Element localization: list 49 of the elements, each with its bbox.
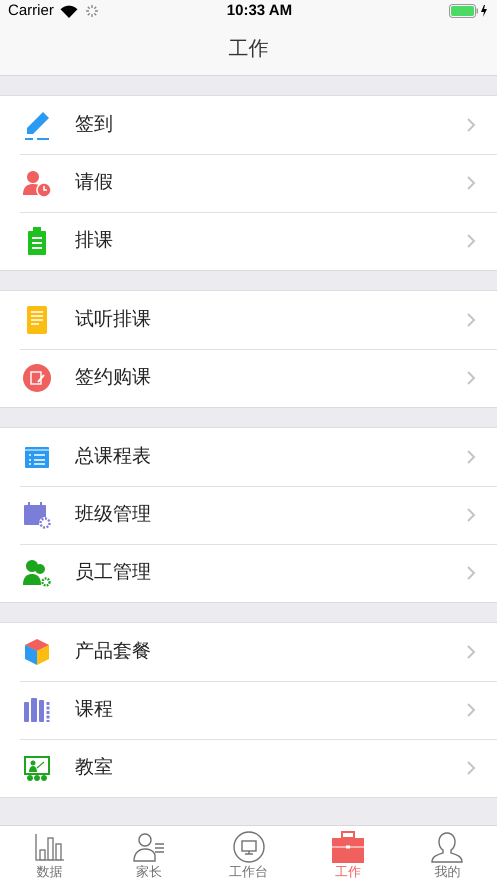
row-label: 教室 (75, 756, 113, 780)
menu-row[interactable]: 排课 (0, 212, 497, 270)
briefcase-icon (330, 830, 366, 864)
chevron-icon (466, 312, 476, 328)
row-label: 员工管理 (75, 560, 151, 585)
chevron-icon (466, 565, 476, 581)
chevron-icon (466, 233, 476, 249)
row-label: 课程 (75, 698, 113, 722)
menu-row[interactable]: 产品套餐 (0, 623, 497, 681)
menu-row[interactable]: 员工管理 (0, 544, 497, 602)
chevron-icon (466, 370, 476, 386)
menu-row[interactable]: 班级管理 (0, 486, 497, 544)
chevron-icon (466, 760, 476, 776)
battery-icon (449, 4, 489, 18)
menu-row[interactable]: 签到 (0, 96, 497, 154)
calendar-gear-icon (21, 499, 53, 531)
nav-title: 工作 (228, 36, 268, 62)
wifi-icon (60, 4, 78, 18)
chevron-icon (466, 507, 476, 523)
menu-row[interactable]: 教室 (0, 739, 497, 797)
tab-item[interactable]: 工作台 (198, 826, 298, 883)
tab-item[interactable]: 数据 (0, 826, 100, 883)
row-label: 产品套餐 (75, 640, 151, 664)
tab-item[interactable]: 家长 (99, 826, 199, 883)
menu-row[interactable]: 请假 (0, 154, 497, 212)
menu-row[interactable]: 课程 (0, 681, 497, 739)
chevron-icon (466, 117, 476, 133)
person-icon (429, 830, 466, 864)
row-label: 班级管理 (75, 502, 151, 527)
chevron-icon (466, 175, 476, 191)
row-label: 请假 (75, 170, 113, 195)
carrier-name: Carrier (8, 0, 54, 21)
row-label: 试听排课 (75, 308, 151, 332)
tab-item[interactable]: 我的 (398, 826, 497, 883)
monitor-icon (230, 830, 267, 864)
status-time: 10:33 AM (226, 0, 292, 21)
row-label: 总课程表 (75, 444, 151, 469)
edit-document-icon (21, 362, 53, 394)
chevron-icon (466, 644, 476, 660)
menu-row[interactable]: 总课程表 (0, 428, 497, 486)
spinner-icon (86, 5, 98, 17)
chevron-icon (466, 702, 476, 718)
menu-row[interactable]: 试听排课 (0, 291, 497, 349)
people-gear-icon (21, 557, 53, 589)
row-label: 排课 (75, 228, 113, 253)
row-label: 签到 (75, 112, 113, 137)
chevron-icon (466, 449, 476, 465)
row-label: 签约购课 (75, 366, 151, 390)
menu-row[interactable]: 签约购课 (0, 349, 497, 407)
